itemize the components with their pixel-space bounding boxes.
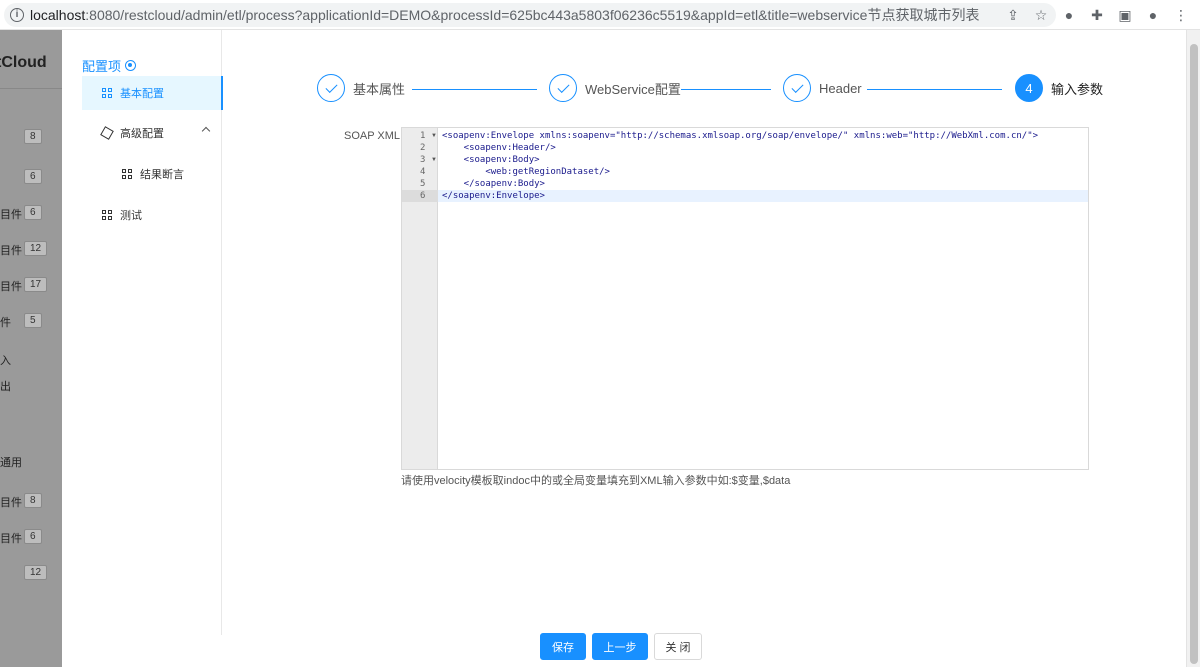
soap-xml-label: SOAP XML: [344, 130, 404, 142]
sidepanel-icon[interactable]: ▣ [1114, 4, 1136, 26]
soap-xml-editor[interactable]: 1 ▼ 2 3 ▼ 4 5 6 <soapenv:Envelope xmlns:… [401, 127, 1089, 470]
line-gutter: 1 ▼ 2 3 ▼ 4 5 6 [402, 128, 438, 469]
close-button[interactable]: 关 闭 [654, 633, 702, 660]
url-path: :8080/restcloud/admin/etl/process?applic… [85, 7, 980, 23]
code-line: <soapenv:Body> [442, 155, 540, 165]
step-basic-props[interactable]: 基本属性 [317, 74, 405, 102]
info-icon[interactable]: i [10, 8, 24, 22]
profile-icon[interactable]: ● [1142, 4, 1164, 26]
list-item: 12 [0, 556, 62, 590]
sidebar-item-result-assertion[interactable]: 结果断言 [82, 157, 223, 191]
star-icon[interactable]: ☆ [1030, 4, 1052, 26]
step-webservice-config[interactable]: WebService配置 [549, 74, 681, 102]
list-item: 目件 6 [0, 196, 62, 230]
code-line: <soapenv:Header/> [442, 143, 556, 153]
check-icon [549, 74, 577, 102]
code-line: </soapenv:Body> [442, 179, 545, 189]
list-item: 目件 17 [0, 268, 62, 302]
check-icon [317, 74, 345, 102]
step-connector [867, 89, 1002, 90]
step-connector [681, 89, 771, 90]
prev-step-button[interactable]: 上一步 [592, 633, 648, 660]
grid-icon [102, 88, 112, 98]
line-number: 5 [420, 179, 426, 189]
step-number: 4 [1015, 74, 1043, 102]
cube-icon [100, 126, 114, 140]
config-dialog: 配置项 基本配置 高级配置 结果断言 测试 基本属性 WebService配置 … [62, 30, 1186, 667]
line-number: 2 [420, 143, 426, 153]
scroll-thumb[interactable] [1190, 44, 1198, 664]
code-line: </soapenv:Envelope> [438, 190, 1088, 202]
menu-dots-icon[interactable]: ⋮ [1170, 4, 1192, 26]
steps: 基本属性 WebService配置 Header 4 输入参数 [317, 74, 1107, 106]
sidebar-title: 配置项 [82, 56, 137, 75]
sidebar-item-test[interactable]: 测试 [82, 198, 223, 232]
fold-icon[interactable]: ▼ [431, 130, 437, 142]
extension-badge-icon[interactable]: ● [1058, 4, 1080, 26]
step-connector [412, 89, 537, 90]
share-icon[interactable]: ⇪ [1002, 4, 1024, 26]
code-line: <soapenv:Envelope xmlns:soapenv="http://… [442, 131, 1039, 141]
grid-icon [102, 210, 112, 220]
list-item: 出 [0, 381, 11, 393]
input-hint: 请使用velocity模板取indoc中的或全局变量填充到XML输入参数中如:$… [401, 475, 791, 487]
divider [0, 88, 62, 89]
step-header[interactable]: Header [783, 74, 862, 102]
list-item: 6 [0, 160, 62, 194]
save-button[interactable]: 保存 [540, 633, 586, 660]
address-bar[interactable]: i localhost:8080/restcloud/admin/etl/pro… [4, 3, 1056, 27]
puzzle-icon[interactable]: ✚ [1086, 4, 1108, 26]
sidebar-item-advanced-config[interactable]: 高级配置 [82, 116, 223, 150]
list-item: 目件 8 [0, 484, 62, 518]
line-number: 6 [402, 190, 438, 202]
sidebar-item-basic-config[interactable]: 基本配置 [82, 76, 223, 110]
grid-icon [122, 169, 132, 179]
url-host: localhost [30, 7, 86, 23]
brand-logo: tCloud [0, 54, 47, 71]
list-item: 目件 6 [0, 520, 62, 554]
sidebar: 配置项 基本配置 高级配置 结果断言 测试 [62, 30, 223, 635]
list-item: 通用 [0, 457, 22, 469]
list-item: 8 [0, 120, 62, 154]
chevron-up-icon [201, 126, 211, 136]
dialog-scrollbar[interactable] [1186, 30, 1200, 667]
line-number: 4 [420, 167, 426, 177]
background-app: tCloud 8 6 目件 6 目件 12 目件 17 件5 入 出 通用 目件 8 目… [0, 30, 62, 667]
step-input-params[interactable]: 4 输入参数 [1015, 74, 1103, 102]
target-icon [125, 60, 137, 71]
browser-toolbar: i localhost:8080/restcloud/admin/etl/pro… [0, 0, 1200, 30]
fold-icon[interactable]: ▼ [431, 154, 437, 166]
code-line: <web:getRegionDataset/> [442, 167, 610, 177]
check-icon [783, 74, 811, 102]
list-item: 目件 12 [0, 232, 62, 266]
list-item: 件5 [0, 304, 62, 338]
